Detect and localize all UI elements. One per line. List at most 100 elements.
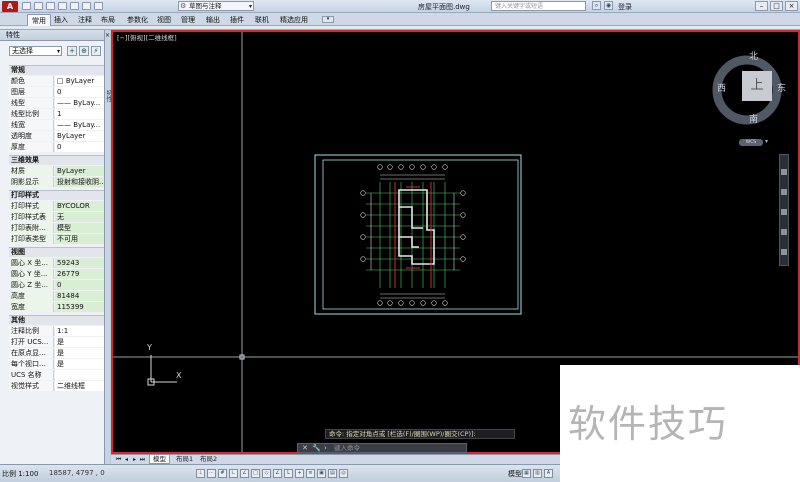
osnap-icon[interactable]: □	[251, 469, 260, 478]
tab-2[interactable]: 注释	[78, 14, 92, 26]
tab-6[interactable]: 管理	[181, 14, 195, 26]
property-row[interactable]: 注释比例 1:1	[9, 326, 104, 336]
tab-9[interactable]: 联机	[255, 14, 269, 26]
new-icon[interactable]	[22, 2, 31, 10]
property-row[interactable]: 圆心 X 坐... 59243	[9, 258, 104, 268]
selection-cycling-icon[interactable]: ◎	[339, 469, 348, 478]
property-section-header[interactable]: 三维效果	[9, 155, 104, 165]
property-value[interactable]: □ ByLayer	[55, 76, 104, 86]
property-value[interactable]: 投射和接收阴...	[55, 177, 104, 187]
undo-icon[interactable]	[82, 2, 91, 10]
next-tab-icon[interactable]: ▸	[131, 456, 138, 463]
polar-icon[interactable]: ∠	[240, 469, 249, 478]
save-icon[interactable]	[46, 2, 55, 10]
showmotion-icon[interactable]	[781, 249, 787, 255]
selection-dropdown[interactable]: 无选择 ▾	[9, 46, 62, 56]
property-value[interactable]: 二维线框	[55, 381, 104, 391]
annotation-visibility-icon[interactable]: A	[544, 469, 553, 478]
tab-4[interactable]: 参数化	[127, 14, 148, 26]
toggle-pickadd-icon[interactable]: +	[67, 46, 77, 56]
wcs-menu[interactable]: WCS	[739, 139, 763, 146]
compass-west[interactable]: 西	[717, 81, 726, 94]
property-row[interactable]: 线宽 —— ByLay...	[9, 120, 104, 130]
property-row[interactable]: 阴影显示 投射和接收阴...	[9, 177, 104, 187]
property-value[interactable]: BYCOLOR	[55, 201, 104, 211]
property-section-header[interactable]: 视图	[9, 247, 104, 257]
property-row[interactable]: 圆心 Y 坐... 26779	[9, 269, 104, 279]
property-row[interactable]: 圆心 Z 坐... 0	[9, 280, 104, 290]
property-row[interactable]: 线型 —— ByLay...	[9, 98, 104, 108]
tab-3[interactable]: 布局	[101, 14, 115, 26]
select-objects-icon[interactable]: ⊕	[79, 46, 89, 56]
command-input[interactable]: 键入命令	[334, 444, 360, 453]
application-menu-button[interactable]: A	[2, 1, 18, 12]
property-row[interactable]: 颜色 □ ByLayer	[9, 76, 104, 86]
property-value[interactable]: 是	[55, 348, 104, 358]
dyn-icon[interactable]: +	[295, 469, 304, 478]
close-icon[interactable]: ×	[105, 32, 110, 39]
annotation-scale[interactable]: 比例 1:100	[2, 469, 38, 479]
property-value[interactable]: ByLayer	[55, 166, 104, 176]
property-row[interactable]: UCS 名称	[9, 370, 104, 380]
tab-1[interactable]: 插入	[54, 14, 68, 26]
property-value[interactable]: 模型	[55, 223, 104, 233]
lineweight-icon[interactable]: ≡	[306, 469, 315, 478]
property-row[interactable]: 透明度 ByLayer	[9, 131, 104, 141]
property-row[interactable]: 厚度 0	[9, 142, 104, 152]
tab-8[interactable]: 插件	[230, 14, 244, 26]
quick-properties-icon[interactable]: ▤	[328, 469, 337, 478]
tab-5[interactable]: 视图	[157, 14, 171, 26]
property-section-header[interactable]: 常规	[9, 65, 104, 75]
compass-north[interactable]: 北	[749, 49, 758, 62]
quick-view-drawings-icon[interactable]: ▥	[533, 469, 542, 478]
palette-header[interactable]: 特性	[0, 30, 104, 41]
compass-east[interactable]: 东	[777, 81, 786, 94]
property-row[interactable]: 每个视口... 是	[9, 359, 104, 369]
property-row[interactable]: 打印样式表无	[9, 212, 104, 222]
property-row[interactable]: 高度 81484	[9, 291, 104, 301]
property-row[interactable]: 线型比例 1	[9, 109, 104, 119]
model-space-toggle[interactable]: 模型	[508, 469, 522, 479]
command-line[interactable]: ✕ 🔧 › 键入命令	[297, 443, 467, 453]
search-input[interactable]: 键入关键字或短语	[491, 1, 586, 11]
property-value[interactable]: 59243	[55, 258, 104, 268]
ducs-icon[interactable]: L	[284, 469, 293, 478]
orbit-icon[interactable]	[781, 229, 787, 235]
3d-osnap-icon[interactable]: ◇	[262, 469, 271, 478]
tab-10[interactable]: 精选应用	[280, 14, 308, 26]
redo-icon[interactable]	[94, 2, 103, 10]
property-value[interactable]: —— ByLay...	[55, 98, 104, 108]
property-row[interactable]: 打印表附... 模型	[9, 223, 104, 233]
tab-layout2[interactable]: 布局2	[197, 455, 220, 464]
property-value[interactable]: ByLayer	[55, 131, 104, 141]
workspace-dropdown[interactable]: ⚙ 草图与注释 ▾	[178, 1, 254, 11]
quick-select-icon[interactable]: ⚡	[91, 46, 101, 56]
prev-tab-icon[interactable]: ◂	[123, 456, 130, 463]
property-row[interactable]: 材质 ByLayer	[9, 166, 104, 176]
search-icon[interactable]: ⌕	[592, 1, 601, 10]
close-button[interactable]: ×	[785, 1, 798, 11]
property-value[interactable]: 是	[55, 337, 104, 347]
property-value[interactable]: 0	[55, 280, 104, 290]
property-value[interactable]: 是	[55, 359, 104, 369]
viewcube-face[interactable]: 上	[742, 71, 772, 101]
property-row[interactable]: 视觉样式 二维线框	[9, 381, 104, 391]
maximize-button[interactable]: □	[770, 1, 783, 11]
quick-view-layouts-icon[interactable]: ▦	[522, 469, 531, 478]
wrench-icon[interactable]: 🔧	[312, 444, 321, 453]
property-row[interactable]: 打印表类型 不可用	[9, 234, 104, 244]
property-row[interactable]: 图层 0	[9, 87, 104, 97]
print-icon[interactable]	[70, 2, 79, 10]
property-value[interactable]: 不可用	[55, 234, 104, 244]
property-value[interactable]: 0	[55, 87, 104, 97]
property-value[interactable]	[55, 370, 104, 380]
close-icon[interactable]: ✕	[302, 444, 308, 453]
steering-wheel-icon[interactable]	[781, 169, 787, 175]
minimize-button[interactable]: –	[755, 1, 768, 11]
property-value[interactable]: 0	[55, 142, 104, 152]
pan-icon[interactable]	[781, 189, 787, 195]
ortho-icon[interactable]: ∟	[229, 469, 238, 478]
property-value[interactable]: 26779	[55, 269, 104, 279]
property-section-header[interactable]: 其他	[9, 315, 104, 325]
tab-layout1[interactable]: 布局1	[173, 455, 196, 464]
